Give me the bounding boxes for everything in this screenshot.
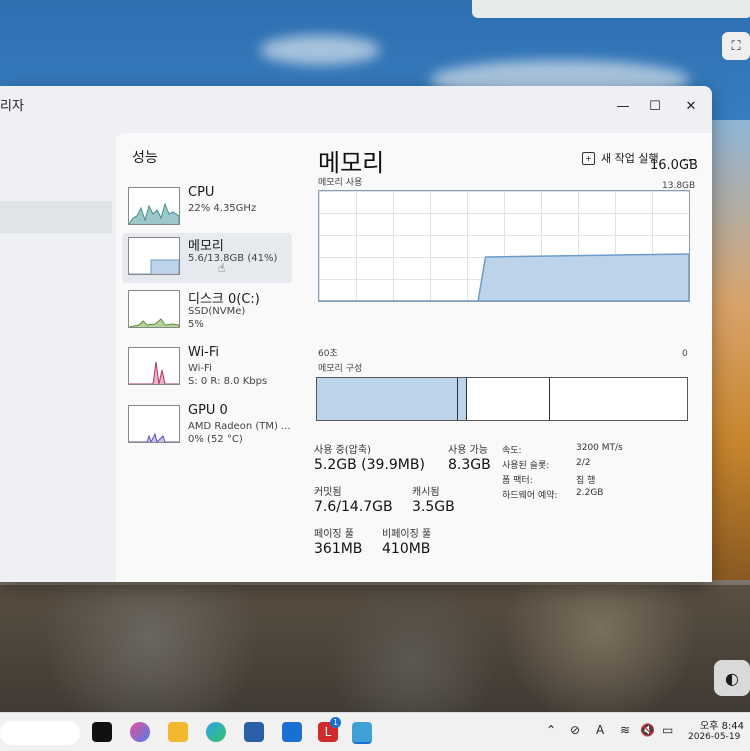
available-label: 사용 가능 bbox=[448, 445, 488, 456]
mouse-cursor-icon: ☝ bbox=[218, 261, 226, 275]
ime-indicator[interactable]: A bbox=[596, 723, 604, 737]
form-factor-value: 칩 행 bbox=[576, 476, 596, 486]
memory-usage-label: 메모리 사용 bbox=[318, 178, 363, 188]
resource-name: 디스크 0(C:) bbox=[188, 292, 260, 307]
file-explorer-icon[interactable] bbox=[168, 722, 188, 742]
resource-cpu[interactable]: CPU 22% 4.35GHz bbox=[122, 183, 292, 233]
gpu-thumbnail bbox=[128, 405, 180, 443]
nav-item-performance[interactable] bbox=[0, 201, 112, 233]
memory-title: 메모리 bbox=[318, 149, 385, 177]
committed-value: 7.6/14.7GB bbox=[314, 499, 393, 515]
taskbar-search[interactable] bbox=[0, 721, 80, 745]
maximize-button[interactable]: ☐ bbox=[640, 96, 670, 116]
resource-memory[interactable]: 메모리 5.6/13.8GB (41%) ☝ bbox=[122, 233, 292, 283]
time-end-label: 0 bbox=[682, 349, 688, 359]
task-manager-window: 리자 — ☐ ✕ 성능 + 새 작업 실행 ... CPU 22% 4.35GH… bbox=[0, 86, 712, 582]
speaker-mute-icon[interactable]: 🔇 bbox=[640, 723, 655, 737]
resource-name: CPU bbox=[188, 185, 215, 200]
close-button[interactable]: ✕ bbox=[676, 96, 706, 116]
outlook-icon[interactable] bbox=[282, 722, 302, 742]
minimize-button[interactable]: — bbox=[608, 96, 638, 116]
edge-icon[interactable] bbox=[206, 722, 226, 742]
composition-standby bbox=[467, 378, 550, 420]
time-start-label: 60초 bbox=[318, 349, 338, 359]
memory-usage-area bbox=[319, 253, 689, 301]
composition-modified bbox=[458, 378, 467, 420]
form-factor-key: 폼 팩터: bbox=[502, 476, 533, 486]
in-use-label: 사용 중(압축) bbox=[314, 445, 371, 456]
memory-thumbnail bbox=[128, 237, 180, 275]
resource-detail-2: S: 0 R: 8.0 Kbps bbox=[188, 376, 268, 387]
slots-key: 사용된 슬롯: bbox=[502, 461, 550, 471]
hw-reserved-value: 2.2GB bbox=[576, 488, 604, 498]
resource-wifi[interactable]: Wi-Fi Wi-Fi S: 0 R: 8.0 Kbps bbox=[122, 343, 292, 393]
memory-composition-graph bbox=[316, 377, 688, 421]
hw-reserved-key: 하드웨어 예약: bbox=[502, 491, 558, 501]
battery-icon[interactable]: ▭ bbox=[662, 723, 673, 737]
resource-detail: SSD(NVMe) bbox=[188, 306, 246, 317]
resource-name: GPU 0 bbox=[188, 403, 228, 418]
speed-key: 속도: bbox=[502, 446, 522, 456]
cloud bbox=[260, 35, 380, 65]
memory-usage-graph bbox=[318, 190, 690, 302]
performance-panel: 성능 + 새 작업 실행 ... CPU 22% 4.35GHz 메모리 5.6… bbox=[116, 133, 712, 582]
resource-detail-2: 0% (52 °C) bbox=[188, 434, 243, 445]
clock-date[interactable]: 2026-05-19 bbox=[688, 732, 740, 742]
committed-label: 커밋됨 bbox=[314, 487, 342, 498]
network-off-icon[interactable]: ⊘ bbox=[570, 723, 580, 737]
screenshot-icon[interactable]: ⛶ bbox=[722, 32, 750, 60]
clock-time[interactable]: 오후 8:44 bbox=[700, 717, 744, 732]
resource-name: 메모리 bbox=[188, 239, 224, 254]
resource-gpu[interactable]: GPU 0 AMD Radeon (TM) ... 0% (52 °C) bbox=[122, 401, 292, 451]
run-task-icon: + bbox=[582, 151, 595, 165]
store-icon[interactable] bbox=[244, 722, 264, 742]
cpu-thumbnail bbox=[128, 187, 180, 225]
side-navigation bbox=[0, 126, 112, 582]
wifi-icon[interactable]: ≋ bbox=[620, 723, 630, 737]
composition-free bbox=[550, 378, 687, 420]
paged-pool-label: 페이징 풀 bbox=[314, 529, 354, 540]
memory-total: 16.0GB bbox=[650, 158, 698, 173]
section-title: 성능 bbox=[132, 150, 158, 166]
notification-badge: 1 bbox=[330, 717, 341, 728]
composition-in-use bbox=[317, 378, 458, 420]
chevron-up-icon[interactable]: ⌃ bbox=[546, 723, 556, 737]
resource-detail: 22% 4.35GHz bbox=[188, 203, 257, 214]
title-bar[interactable]: 리자 — ☐ ✕ bbox=[0, 86, 712, 126]
task-manager-icon[interactable] bbox=[352, 722, 372, 744]
copilot-icon[interactable] bbox=[130, 722, 150, 742]
paged-pool-value: 361MB bbox=[314, 541, 363, 557]
wallpaper-rocks bbox=[0, 585, 750, 715]
resource-detail-2: 5% bbox=[188, 319, 204, 330]
cached-label: 캐시됨 bbox=[412, 487, 440, 498]
wifi-thumbnail bbox=[128, 347, 180, 385]
resource-detail: 5.6/13.8GB (41%) bbox=[188, 253, 278, 264]
memory-composition-label: 메모리 구성 bbox=[318, 364, 363, 374]
notification-card[interactable] bbox=[472, 0, 750, 18]
slots-value: 2/2 bbox=[576, 458, 591, 468]
disk-thumbnail bbox=[128, 290, 180, 328]
available-value: 8.3GB bbox=[448, 457, 491, 473]
resource-detail: Wi-Fi bbox=[188, 363, 212, 374]
cached-value: 3.5GB bbox=[412, 499, 455, 515]
resource-detail: AMD Radeon (TM) ... bbox=[188, 421, 291, 432]
task-view-icon[interactable] bbox=[92, 722, 112, 742]
resource-disk[interactable]: 디스크 0(C:) SSD(NVMe) 5% bbox=[122, 286, 292, 336]
in-use-value: 5.2GB (39.9MB) bbox=[314, 457, 425, 473]
run-new-task-button[interactable]: + 새 작업 실행 bbox=[582, 150, 659, 166]
side-widget-icon[interactable]: ◐ bbox=[714, 660, 750, 696]
taskbar: L 1 ⌃ ⊘ A ≋ 🔇 ▭ 오후 8:44 2026-05-19 bbox=[0, 712, 750, 751]
speed-value: 3200 MT/s bbox=[576, 443, 623, 453]
resource-name: Wi-Fi bbox=[188, 345, 220, 360]
nonpaged-pool-value: 410MB bbox=[382, 541, 431, 557]
window-title: 리자 bbox=[0, 99, 24, 114]
nonpaged-pool-label: 비페이징 풀 bbox=[382, 529, 432, 540]
